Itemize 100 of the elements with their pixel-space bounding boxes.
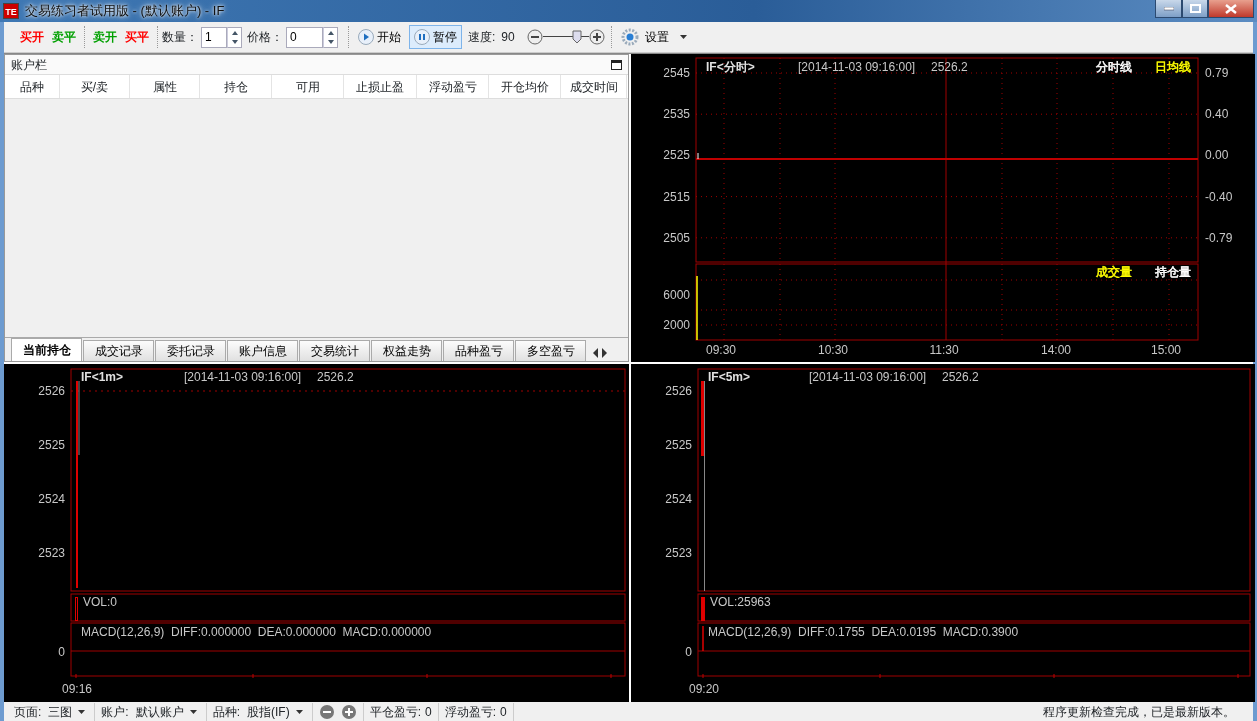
- change-axis-label: 0.40: [1205, 107, 1229, 122]
- dropdown[interactable]: 股指(IF): [244, 703, 306, 721]
- field-label: 账户:: [101, 704, 129, 721]
- price-axis-label: 2525: [665, 438, 692, 452]
- zoom-in-icon: [340, 704, 357, 720]
- column-header[interactable]: 品种: [5, 75, 60, 98]
- chart-timestamp: [2014-11-03 09:16:00]: [809, 370, 927, 384]
- price-axis-label: 2525: [38, 438, 65, 452]
- price-axis-label: 2505: [663, 230, 690, 245]
- time-axis-label: 10:30: [818, 343, 848, 357]
- tab[interactable]: 委托记录: [155, 340, 226, 361]
- app-logo: TE: [3, 3, 19, 19]
- chart-price: 2526.2: [931, 60, 968, 74]
- volume-axis-label: 2000: [663, 318, 690, 332]
- price-axis-label: 2523: [38, 546, 65, 560]
- volume-label: VOL:0: [83, 595, 118, 609]
- legend-label: 分时线: [1096, 60, 1132, 74]
- time-axis-label: 09:30: [706, 343, 736, 357]
- window-title: 交易练习者试用版 - (默认账户) - IF: [25, 2, 225, 21]
- volume-axis-label: 6000: [663, 288, 690, 302]
- dropdown[interactable]: 三图: [45, 703, 89, 721]
- legend-label: 日均线: [1155, 60, 1191, 74]
- scroll-left-icon: [593, 348, 599, 358]
- legend-label: 持仓量: [1155, 265, 1191, 279]
- price-axis-label: 2524: [665, 492, 692, 506]
- field-label: 页面:: [14, 704, 42, 721]
- panel-title: 账户栏: [11, 56, 47, 74]
- caret-icon: [295, 710, 303, 714]
- column-header[interactable]: 可用: [272, 75, 344, 98]
- change-axis-label: 0.79: [1205, 66, 1229, 80]
- time-axis-label: 09:20: [689, 682, 719, 696]
- tab[interactable]: 当前持仓: [11, 338, 82, 361]
- pause-button[interactable]: 暂停: [409, 25, 462, 49]
- volume-bar: [75, 597, 78, 621]
- slider-thumb[interactable]: [572, 30, 583, 44]
- minimize-button[interactable]: [1155, 0, 1182, 18]
- time-axis-label: 11:30: [929, 343, 959, 357]
- column-header[interactable]: 属性: [130, 75, 200, 98]
- price-tick: [697, 152, 699, 160]
- field-value: 0: [500, 704, 507, 721]
- price-axis-label: 2526: [665, 384, 692, 398]
- price-axis-label: 2526: [38, 384, 65, 398]
- column-header[interactable]: 开仓均价: [489, 75, 561, 98]
- play-button[interactable]: 开始: [353, 25, 406, 49]
- field-value: 0: [425, 704, 432, 721]
- minimize-icon: [1163, 6, 1174, 11]
- field-label: 平仓盈亏:: [369, 704, 422, 721]
- maximize-button[interactable]: [1182, 0, 1208, 18]
- column-header[interactable]: 止损止盈: [344, 75, 417, 98]
- close-button[interactable]: [1208, 0, 1254, 18]
- chart-timestamp: [2014-11-03 09:16:00]: [798, 60, 916, 74]
- zoom-out-icon: [318, 704, 335, 720]
- caret-icon: [679, 34, 688, 40]
- caret-icon: [189, 710, 197, 714]
- price-axis-label: 2515: [663, 189, 690, 204]
- chart-title: IF<1m>: [81, 370, 124, 384]
- macd-label: MACD(12,26,9) DIFF:0.1755 DEA:0.0195 MACD:0.3900: [708, 625, 1019, 639]
- column-header[interactable]: 成交时间: [561, 75, 627, 98]
- change-axis-label: 0.00: [1205, 148, 1229, 163]
- status-message: 程序更新检查完成，已是最新版本。: [1043, 704, 1235, 721]
- field-label: 价格：: [247, 29, 283, 46]
- column-header[interactable]: 浮动盈亏: [417, 75, 489, 98]
- time-axis-label: 15:00: [1151, 343, 1181, 357]
- caret-icon: [78, 710, 86, 714]
- tab[interactable]: 账户信息: [227, 340, 298, 361]
- zoom-in-icon: [588, 29, 605, 45]
- scroll-right-icon: [602, 348, 608, 358]
- price-axis-label: 2524: [38, 492, 65, 506]
- price-axis-label: 2525: [663, 148, 690, 163]
- chart-timestamp: [2014-11-03 09:16:00]: [184, 370, 302, 384]
- chart-price: 2526.2: [317, 370, 354, 384]
- macd-axis-label: 0: [58, 645, 65, 659]
- field-label: 浮动盈亏:: [444, 704, 497, 721]
- volume-bar: [701, 597, 705, 621]
- change-axis-label: -0.79: [1205, 230, 1233, 245]
- field-label: 品种:: [212, 704, 241, 721]
- field-label: 数量：: [162, 29, 198, 46]
- volume-label: VOL:25963: [710, 595, 771, 609]
- legend-label: 成交量: [1096, 265, 1132, 279]
- close-icon: [1225, 3, 1237, 14]
- time-axis-label: 09:16: [62, 682, 92, 696]
- dropdown[interactable]: 默认账户: [132, 703, 200, 721]
- price-axis-label: 2535: [663, 107, 690, 122]
- settings-button[interactable]: 设置: [615, 25, 674, 49]
- column-header[interactable]: 持仓: [200, 75, 272, 98]
- column-header[interactable]: 买/卖: [60, 75, 130, 98]
- macd-label: MACD(12,26,9) DIFF:0.000000 DEA:0.000000 MACD:0.000000: [81, 625, 432, 639]
- settings-icon: [620, 28, 639, 46]
- chart-title: IF<5m>: [708, 370, 751, 384]
- trade-button[interactable]: 买开: [16, 28, 48, 46]
- tab[interactable]: 品种盈亏: [443, 340, 514, 361]
- zoom-out-icon: [526, 29, 543, 45]
- tab[interactable]: 权益走势: [371, 340, 442, 361]
- tab[interactable]: 交易统计: [299, 340, 370, 361]
- maximize-icon: [611, 59, 622, 70]
- speed-label: 速度:: [468, 29, 496, 46]
- tab[interactable]: 成交记录: [83, 340, 154, 361]
- price-axis-label: 2523: [665, 546, 692, 560]
- trade-button[interactable]: 买平: [121, 28, 153, 46]
- tab[interactable]: 多空盈亏: [515, 340, 586, 361]
